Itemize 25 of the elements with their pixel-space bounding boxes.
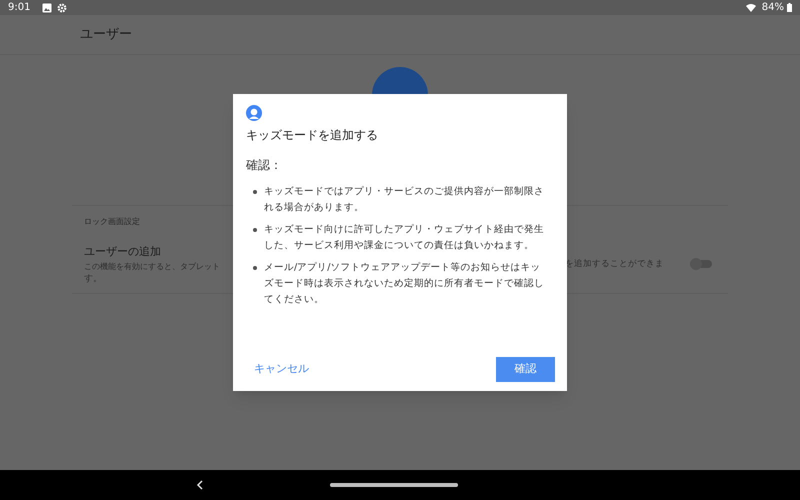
setting-description: す。 [84,272,103,284]
clock-time: 9:01 [8,1,30,15]
bullet-text: キッズモードではアプリ・サービスのご提供内容が一部制限される場合があります。 [264,185,545,215]
bullet-icon [253,228,257,232]
settings-icon [57,2,68,12]
back-icon[interactable] [196,480,203,490]
bullet-text: メール/アプリ/ソフトウェアアップデート等のお知らせはキッズモード時は表示されないため定期的に所有者モードで確認してください。 [264,261,545,307]
battery-icon [787,3,792,12]
cancel-button[interactable]: キャンセル [252,357,311,382]
bullet-text: キッズモード向けに許可したアプリ・ウェブサイト経由で発生した、サービス利用や課金についての責任は負いかねます。 [264,223,545,253]
image-icon [42,2,52,12]
home-handle[interactable] [330,483,458,487]
user-icon [246,105,262,121]
battery-percentage: 84% [762,1,784,15]
setting-title: ユーザーの追加 [84,244,162,260]
toggle-switch[interactable] [690,258,712,270]
page-title: ユーザー [80,26,132,44]
confirm-button[interactable]: 確認 [496,357,555,382]
wifi-icon [746,4,756,12]
bullet-icon [253,190,257,194]
setting-description: この機能を有効にすると、タブレット [84,260,220,272]
dialog-title: キッズモードを追加する [246,127,379,144]
bullet-icon [253,266,257,270]
section-header: ロック画面設定 [83,216,141,228]
dialog-subtitle: 確認： [246,157,283,174]
